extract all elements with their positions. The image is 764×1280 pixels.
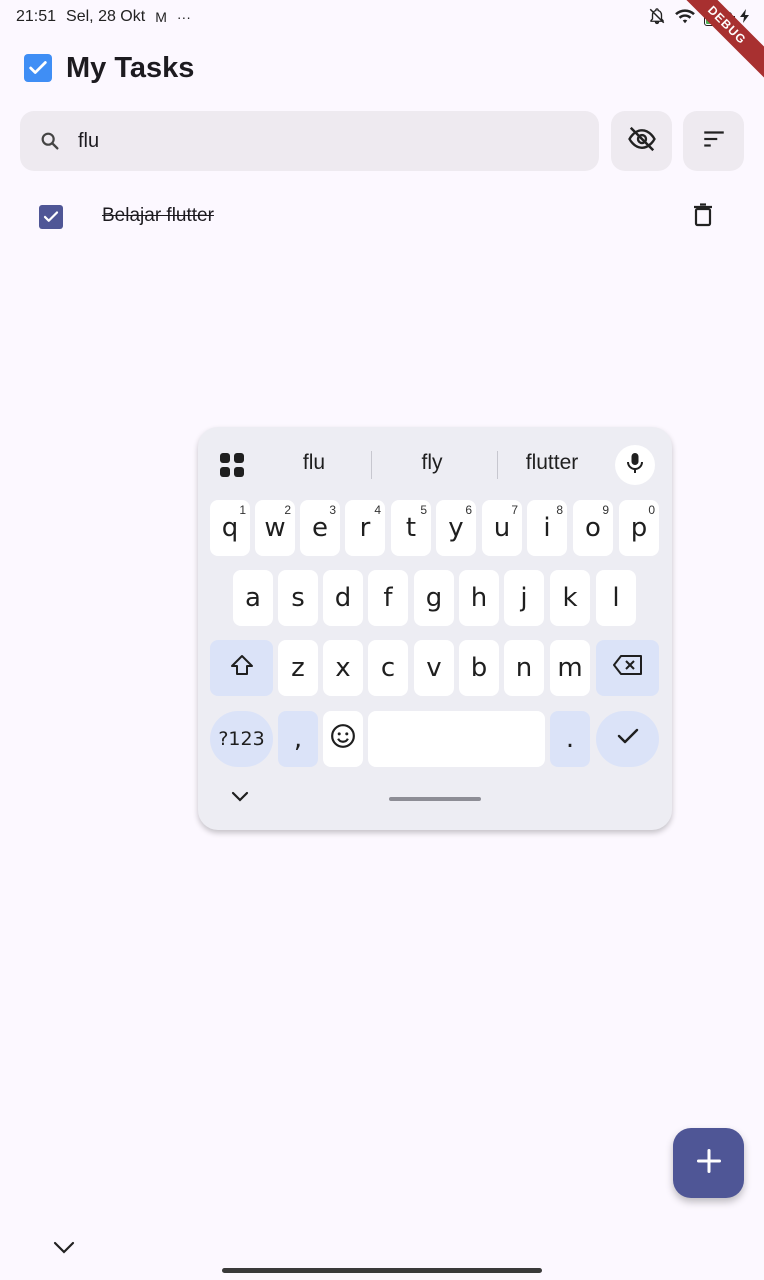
suggestion-1[interactable]: flu bbox=[268, 451, 360, 475]
sort-icon bbox=[701, 126, 727, 157]
visibility-toggle-button[interactable] bbox=[611, 111, 672, 171]
task-label: Belajar flutter bbox=[102, 205, 214, 226]
wifi-icon bbox=[674, 7, 696, 30]
key-p[interactable]: p0 bbox=[619, 500, 659, 556]
key-s[interactable]: s bbox=[278, 570, 318, 626]
shift-icon bbox=[230, 653, 254, 683]
key-v[interactable]: v bbox=[414, 640, 454, 696]
microphone-button[interactable] bbox=[615, 445, 655, 485]
on-screen-keyboard: flu fly flutter q1 w2 e3 r4 t5 y6 u7 i8 … bbox=[198, 427, 672, 830]
key-r[interactable]: r4 bbox=[345, 500, 385, 556]
key-i[interactable]: i8 bbox=[527, 500, 567, 556]
page-title: My Tasks bbox=[66, 51, 195, 84]
period-key[interactable]: . bbox=[550, 711, 590, 767]
keyboard-collapse-button[interactable] bbox=[230, 789, 250, 808]
hide-keyboard-button[interactable] bbox=[52, 1238, 76, 1261]
suggestion-2[interactable]: fly bbox=[386, 451, 478, 475]
key-z[interactable]: z bbox=[278, 640, 318, 696]
key-c[interactable]: c bbox=[368, 640, 408, 696]
key-j[interactable]: j bbox=[504, 570, 544, 626]
key-d[interactable]: d bbox=[323, 570, 363, 626]
chevron-down-icon bbox=[52, 1241, 76, 1260]
comma-key[interactable]: , bbox=[278, 711, 318, 767]
key-w[interactable]: w2 bbox=[255, 500, 295, 556]
symbols-key[interactable]: ?123 bbox=[210, 711, 273, 767]
emoji-icon bbox=[330, 723, 356, 756]
status-time: 21:51 bbox=[16, 8, 57, 25]
enter-key[interactable] bbox=[596, 711, 659, 767]
backspace-key[interactable] bbox=[596, 640, 659, 696]
task-item[interactable]: Belajar flutter bbox=[0, 190, 764, 244]
key-a[interactable]: a bbox=[233, 570, 273, 626]
status-bar: 21:51 Sel, 28 Okt M ··· 92 DEBUG bbox=[0, 0, 764, 86]
key-k[interactable]: k bbox=[550, 570, 590, 626]
shift-key[interactable] bbox=[210, 640, 273, 696]
key-q[interactable]: q1 bbox=[210, 500, 250, 556]
emoji-key[interactable] bbox=[323, 711, 363, 767]
search-input[interactable] bbox=[78, 129, 558, 153]
search-bar[interactable] bbox=[20, 111, 599, 171]
key-u[interactable]: u7 bbox=[482, 500, 522, 556]
key-f[interactable]: f bbox=[368, 570, 408, 626]
bell-off-icon bbox=[648, 7, 666, 30]
visibility-off-icon bbox=[627, 124, 657, 159]
search-icon bbox=[38, 129, 62, 153]
microphone-icon bbox=[626, 452, 644, 479]
key-g[interactable]: g bbox=[414, 570, 454, 626]
status-date: Sel, 28 Okt bbox=[66, 8, 146, 25]
key-x[interactable]: x bbox=[323, 640, 363, 696]
trash-icon bbox=[692, 202, 714, 232]
key-b[interactable]: b bbox=[459, 640, 499, 696]
check-icon bbox=[616, 724, 640, 754]
sort-button[interactable] bbox=[683, 111, 744, 171]
apps-grid-icon[interactable] bbox=[220, 453, 244, 477]
key-n[interactable]: n bbox=[504, 640, 544, 696]
more-dots-icon: ··· bbox=[176, 9, 191, 25]
key-y[interactable]: y6 bbox=[436, 500, 476, 556]
key-m[interactable]: m bbox=[550, 640, 590, 696]
space-key[interactable] bbox=[368, 711, 545, 767]
app-bar: My Tasks bbox=[24, 50, 194, 86]
suggestion-3[interactable]: flutter bbox=[506, 451, 598, 475]
gmail-icon: M bbox=[155, 9, 167, 25]
chevron-down-icon bbox=[230, 790, 250, 807]
plus-icon bbox=[695, 1147, 723, 1180]
key-h[interactable]: h bbox=[459, 570, 499, 626]
key-o[interactable]: o9 bbox=[573, 500, 613, 556]
task-checkbox[interactable] bbox=[39, 205, 63, 229]
backspace-icon bbox=[612, 653, 644, 683]
checkbox-checked-icon bbox=[24, 54, 52, 82]
keyboard-drag-handle[interactable] bbox=[389, 797, 481, 801]
key-l[interactable]: l bbox=[596, 570, 636, 626]
key-t[interactable]: t5 bbox=[391, 500, 431, 556]
add-task-button[interactable] bbox=[673, 1128, 744, 1198]
navigation-gesture-bar[interactable] bbox=[222, 1268, 542, 1273]
key-e[interactable]: e3 bbox=[300, 500, 340, 556]
delete-task-button[interactable] bbox=[690, 202, 716, 232]
